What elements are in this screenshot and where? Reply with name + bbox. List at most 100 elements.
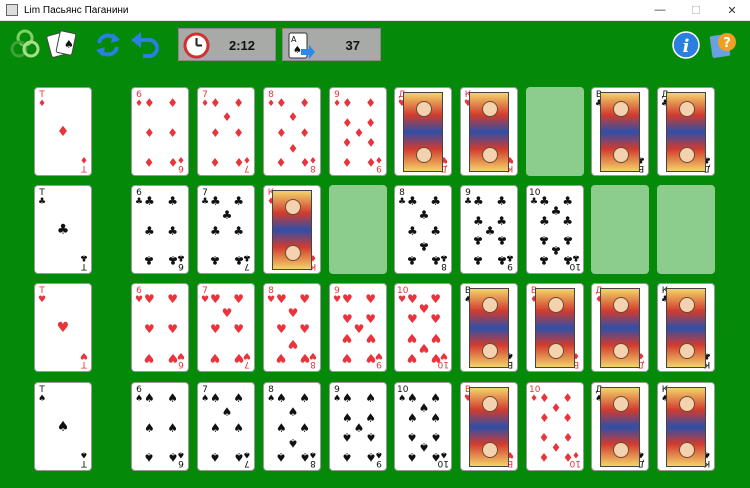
card-rank-bottom: Т ♣ <box>79 252 89 271</box>
suit-pip: ♦ <box>365 115 376 130</box>
game-menu-icon[interactable] <box>10 29 40 59</box>
suit-pip: ♥ <box>342 292 353 307</box>
playing-card[interactable]: 6 ♣ 6 ♣ ♣ ♣ ♣ ♣ ♣ ♣ <box>131 185 189 274</box>
face-card-portrait <box>469 92 509 172</box>
playing-card[interactable]: 8 ♣ 8 ♣ ♣ ♣ ♣ ♣ ♣ ♣ ♣ ♣ <box>394 185 452 274</box>
playing-card[interactable]: 6 ♠ 6 ♠ ♠ ♠ ♠ ♠ ♠ ♠ <box>131 382 189 471</box>
suit-pip: ♥ <box>342 331 353 346</box>
playing-card[interactable]: 10 ♣ 10 ♣ ♣ ♣ ♣ ♣ ♣ ♣ ♣ ♣ ♣ ♣ <box>526 185 584 274</box>
playing-card[interactable]: 7 ♣ 7 ♣ ♣ ♣ ♣ ♣ ♣ ♣ ♣ <box>197 185 255 274</box>
playing-card[interactable]: 6 ♥ 6 ♥ ♥ ♥ ♥ ♥ ♥ ♥ <box>131 283 189 372</box>
suit-pip: ♥ <box>287 306 299 321</box>
suit-pip: ♣ <box>407 252 418 267</box>
suit-pip: ♥ <box>418 301 430 316</box>
empty-slot[interactable] <box>526 87 584 176</box>
undo-icon[interactable] <box>129 30 161 60</box>
face-card-portrait <box>666 288 706 368</box>
playing-card[interactable]: 7 ♠ 7 ♠ ♠ ♠ ♠ ♠ ♠ ♠ ♠ <box>197 382 255 471</box>
help-icon[interactable]: ? <box>707 29 739 61</box>
playing-card[interactable]: 8 ♦ 8 ♦ ♦ ♦ ♦ ♦ ♦ ♦ ♦ ♦ <box>263 87 321 176</box>
playing-card[interactable]: 6 ♦ 6 ♦ ♦ ♦ ♦ ♦ ♦ ♦ <box>131 87 189 176</box>
suit-pip: ♥ <box>167 321 178 336</box>
empty-slot[interactable] <box>329 185 387 274</box>
suit-pip: ♠ <box>233 391 244 406</box>
face-card-portrait <box>469 288 509 368</box>
info-icon[interactable]: i <box>671 30 701 60</box>
suit-pip: ♥ <box>430 311 441 326</box>
suit-pip: ♦ <box>365 135 376 150</box>
new-deal-icon[interactable] <box>93 31 123 59</box>
suit-pip: ♣ <box>562 233 573 248</box>
empty-slot[interactable] <box>591 185 649 274</box>
playing-card[interactable]: 9 ♣ 9 ♣ ♣ ♣ ♣ ♣ ♣ ♣ ♣ ♣ ♣ <box>460 185 518 274</box>
suit-pip: ♦ <box>550 400 562 415</box>
playing-card[interactable]: 10 ♠ 10 ♠ ♠ ♠ ♠ ♠ ♠ ♠ ♠ ♠ ♠ ♠ <box>394 382 452 471</box>
suit-pip: ♣ <box>539 252 550 267</box>
playing-card[interactable]: 9 ♥ 9 ♥ ♥ ♥ ♥ ♥ ♥ ♥ ♥ ♥ ♥ <box>329 283 387 372</box>
suit-pip: ♦ <box>144 96 155 111</box>
suit-pip: ♣ <box>233 223 244 238</box>
suit-pip: ♣ <box>473 233 484 248</box>
suit-pip: ♦ <box>167 154 178 169</box>
suit-pip: ♦ <box>550 440 562 455</box>
suit-pip: ♠ <box>144 391 155 406</box>
empty-slot[interactable] <box>657 185 715 274</box>
suit-pip: ♣ <box>407 223 418 238</box>
playing-card[interactable]: Д ♥ Д ♥ <box>394 87 452 176</box>
suit-pip: ♣ <box>539 213 550 228</box>
playing-card[interactable]: Д ♦ Д ♦ <box>591 283 649 372</box>
suit-pip: ♠ <box>210 449 221 464</box>
playing-card[interactable]: К ♣ К ♣ <box>657 283 715 372</box>
playing-card[interactable]: 10 ♦ 10 ♦ ♦ ♦ ♦ ♦ ♦ ♦ ♦ ♦ ♦ ♦ <box>526 382 584 471</box>
svg-text:♠: ♠ <box>64 38 74 51</box>
playing-card[interactable]: 9 ♦ 9 ♦ ♦ ♦ ♦ ♦ ♦ ♦ ♦ ♦ ♦ <box>329 87 387 176</box>
maximize-button[interactable]: ☐ <box>678 0 714 21</box>
suit-pip: ♦ <box>342 115 353 130</box>
minimize-button[interactable]: — <box>642 0 678 21</box>
suit-pip: ♥ <box>407 331 418 346</box>
suit-pip: ♦ <box>233 154 244 169</box>
cards-icon[interactable]: ♠ <box>46 28 80 60</box>
foundation-ace-card[interactable]: Т ♠ Т ♠ ♠ <box>34 382 92 471</box>
playing-card[interactable]: 9 ♠ 9 ♠ ♠ ♠ ♠ ♠ ♠ ♠ ♠ ♠ ♠ <box>329 382 387 471</box>
playing-card[interactable]: 10 ♥ 10 ♥ ♥ ♥ ♥ ♥ ♥ ♥ ♥ ♥ ♥ ♥ <box>394 283 452 372</box>
window-title: Lim Пасьянс Паганини <box>24 4 129 16</box>
face-card-portrait <box>600 387 640 467</box>
playing-card[interactable]: В ♣ В ♣ <box>591 87 649 176</box>
playing-card[interactable]: 7 ♥ 7 ♥ ♥ ♥ ♥ ♥ ♥ ♥ ♥ <box>197 283 255 372</box>
card-rank-bottom: Т ♠ <box>79 449 89 468</box>
suit-pip: ♦ <box>233 96 244 111</box>
suit-pip: ♦ <box>342 135 353 150</box>
foundation-ace-card[interactable]: Т ♣ Т ♣ ♣ <box>34 185 92 274</box>
suit-pip: ♥ <box>365 350 376 365</box>
suit-pip: ♥ <box>210 350 221 365</box>
close-button[interactable]: ✕ <box>714 0 750 21</box>
suit-pip: ♠ <box>144 449 155 464</box>
playing-card[interactable]: Д ♣ Д ♣ <box>657 87 715 176</box>
playing-card[interactable]: В ♦ В ♦ <box>526 283 584 372</box>
foundation-ace-card[interactable]: Т ♦ Т ♦ ♦ <box>34 87 92 176</box>
playing-card[interactable]: В ♥ В ♥ <box>460 382 518 471</box>
suit-pip: ♠ <box>299 449 310 464</box>
playing-card[interactable]: В ♠ В ♠ <box>460 283 518 372</box>
playing-card[interactable]: 8 ♠ 8 ♠ ♠ ♠ ♠ ♠ ♠ ♠ ♠ ♠ <box>263 382 321 471</box>
suit-pip: ♦ <box>353 125 365 140</box>
playing-card[interactable]: Д ♠ Д ♠ <box>591 382 649 471</box>
suit-pip: ♦ <box>56 123 70 140</box>
suit-pip: ♣ <box>562 252 573 267</box>
playing-card[interactable]: К ♦ К ♦ <box>263 185 321 274</box>
playing-card[interactable]: 8 ♥ 8 ♥ ♥ ♥ ♥ ♥ ♥ ♥ ♥ ♥ <box>263 283 321 372</box>
playing-card[interactable]: К ♠ К ♠ <box>657 382 715 471</box>
suit-pip: ♥ <box>144 292 155 307</box>
playing-card[interactable]: К ♥ К ♥ <box>460 87 518 176</box>
suit-pip: ♣ <box>550 203 562 218</box>
suit-pip: ♦ <box>299 96 310 111</box>
suit-pip: ♥ <box>365 311 376 326</box>
playing-card[interactable]: 7 ♦ 7 ♦ ♦ ♦ ♦ ♦ ♦ ♦ ♦ <box>197 87 255 176</box>
face-card-portrait <box>600 288 640 368</box>
suit-pip: ♥ <box>342 311 353 326</box>
foundation-ace-card[interactable]: Т ♥ Т ♥ ♥ <box>34 283 92 372</box>
suit-pip: ♦ <box>562 391 573 406</box>
suit-pip: ♠ <box>430 410 441 425</box>
suit-pip: ♣ <box>418 238 430 253</box>
